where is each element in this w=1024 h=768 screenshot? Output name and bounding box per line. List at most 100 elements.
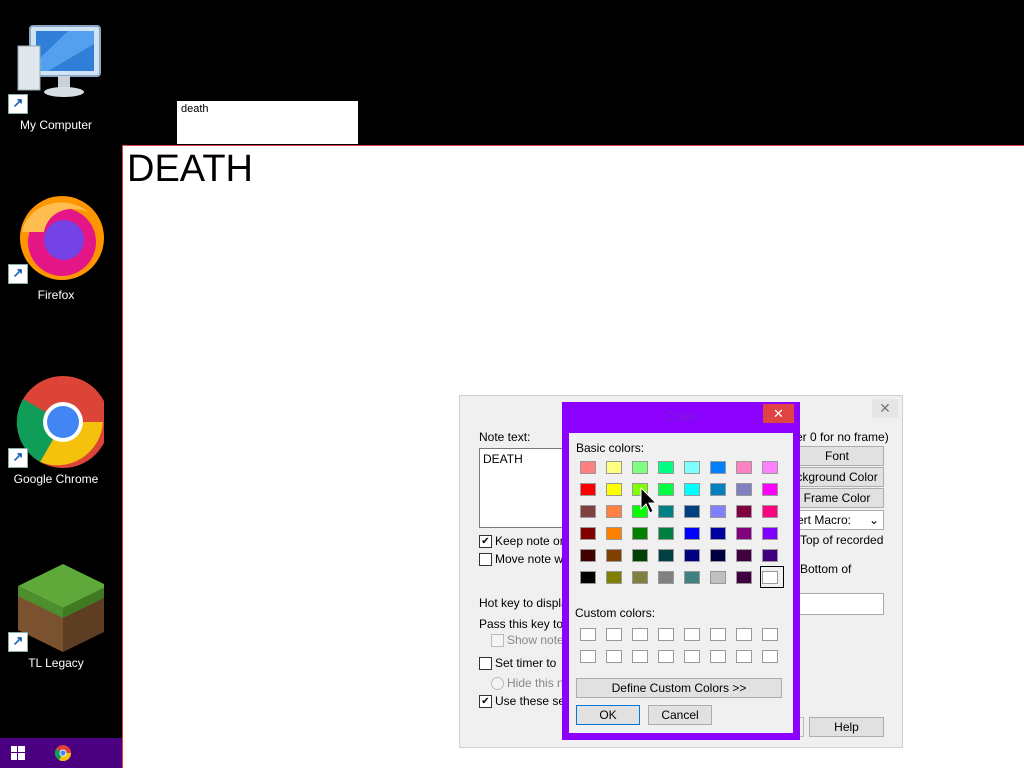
show-note-checkbox[interactable] <box>491 634 504 647</box>
frame-color-button[interactable]: Frame Color <box>790 488 884 508</box>
custom-color-swatch[interactable] <box>684 628 700 641</box>
desktop-icon-tl-legacy[interactable]: ↗ TL Legacy <box>1 560 111 670</box>
close-icon[interactable]: ✕ <box>763 404 794 423</box>
color-swatch[interactable] <box>580 461 596 474</box>
custom-color-swatch[interactable] <box>632 628 648 641</box>
keep-note-checkbox[interactable]: ✔ <box>479 535 492 548</box>
color-swatch[interactable] <box>658 505 674 518</box>
use-these-checkbox[interactable]: ✔ <box>479 695 492 708</box>
color-swatch[interactable] <box>710 483 726 496</box>
color-swatch[interactable] <box>762 483 778 496</box>
custom-color-swatch[interactable] <box>580 650 596 663</box>
color-swatch[interactable] <box>736 483 752 496</box>
cancel-button[interactable]: Cancel <box>648 705 712 725</box>
small-note-text: death <box>181 103 209 115</box>
color-swatch[interactable] <box>606 527 622 540</box>
custom-color-swatch[interactable] <box>658 628 674 641</box>
color-swatch[interactable] <box>710 527 726 540</box>
color-swatch[interactable] <box>632 461 648 474</box>
custom-color-swatch[interactable] <box>580 628 596 641</box>
custom-color-swatch[interactable] <box>632 650 648 663</box>
font-button[interactable]: Font <box>790 446 884 466</box>
color-swatch[interactable] <box>632 527 648 540</box>
color-swatch[interactable] <box>736 461 752 474</box>
top-recorded-label: Top of recorded <box>800 533 884 547</box>
macro-select-value: ert Macro: <box>797 513 852 527</box>
color-swatch[interactable] <box>658 571 674 584</box>
custom-color-swatch[interactable] <box>684 650 700 663</box>
custom-color-swatch[interactable] <box>762 628 778 641</box>
color-swatch[interactable] <box>580 505 596 518</box>
color-swatch[interactable] <box>658 461 674 474</box>
color-swatch[interactable] <box>684 461 700 474</box>
color-swatch[interactable] <box>658 549 674 562</box>
start-button[interactable] <box>0 738 36 768</box>
color-swatch[interactable] <box>684 527 700 540</box>
desktop-icon-google-chrome[interactable]: ↗ Google Chrome <box>1 376 111 486</box>
desktop-icon-my-computer[interactable]: ↗ My Computer <box>1 22 111 132</box>
color-swatch[interactable] <box>736 505 752 518</box>
custom-color-swatch[interactable] <box>606 650 622 663</box>
color-swatch[interactable] <box>710 571 726 584</box>
color-swatch[interactable] <box>762 505 778 518</box>
firefox-icon: ↗ <box>8 192 104 284</box>
hotkey-input[interactable] <box>790 593 884 615</box>
color-swatch[interactable] <box>762 549 778 562</box>
color-swatch[interactable] <box>684 571 700 584</box>
ok-button[interactable]: OK <box>576 705 640 725</box>
desktop-icon-label: My Computer <box>19 118 93 132</box>
shortcut-arrow-icon: ↗ <box>8 264 28 284</box>
color-swatch[interactable] <box>710 461 726 474</box>
color-swatch[interactable] <box>632 571 648 584</box>
hide-note-radio[interactable] <box>491 677 504 690</box>
custom-color-swatch[interactable] <box>762 650 778 663</box>
color-swatch[interactable] <box>736 527 752 540</box>
custom-color-swatch[interactable] <box>606 628 622 641</box>
color-swatch[interactable] <box>736 549 752 562</box>
small-note-window[interactable]: death <box>177 101 358 144</box>
color-swatch[interactable] <box>762 527 778 540</box>
move-note-checkbox[interactable] <box>479 553 492 566</box>
desktop-icon-firefox[interactable]: ↗ Firefox <box>1 192 111 302</box>
color-swatch[interactable] <box>632 549 648 562</box>
color-swatch[interactable] <box>606 571 622 584</box>
move-note-label: Move note wit <box>495 552 570 566</box>
color-dialog-body: Basic colors: Custom colors: Define Cust… <box>569 433 793 733</box>
color-swatch[interactable] <box>580 549 596 562</box>
color-swatch[interactable] <box>658 527 674 540</box>
define-custom-colors-button[interactable]: Define Custom Colors >> <box>576 678 782 698</box>
color-swatch[interactable] <box>736 571 752 584</box>
custom-color-swatch[interactable] <box>736 650 752 663</box>
color-swatch[interactable] <box>580 527 596 540</box>
taskbar-chrome-button[interactable] <box>45 738 81 768</box>
keep-note-label: Keep note on <box>495 534 567 548</box>
color-swatch[interactable] <box>710 505 726 518</box>
background-color-button[interactable]: ckground Color <box>790 467 884 487</box>
macro-select[interactable]: ert Macro: ⌄ <box>790 510 884 530</box>
bottom-of-label: Bottom of <box>800 562 852 576</box>
grass-block-icon: ↗ <box>8 560 108 652</box>
color-swatch[interactable] <box>684 483 700 496</box>
big-note-text: DEATH <box>127 148 253 190</box>
color-swatch[interactable] <box>580 483 596 496</box>
color-swatch[interactable] <box>606 505 622 518</box>
color-swatch[interactable] <box>658 483 674 496</box>
custom-color-swatch[interactable] <box>710 628 726 641</box>
color-swatch[interactable] <box>762 461 778 474</box>
color-swatch[interactable] <box>606 461 622 474</box>
color-swatch[interactable] <box>710 549 726 562</box>
help-button[interactable]: Help <box>809 717 884 737</box>
custom-color-swatch[interactable] <box>736 628 752 641</box>
color-swatch[interactable] <box>684 505 700 518</box>
color-swatch[interactable] <box>606 483 622 496</box>
color-swatch[interactable] <box>606 549 622 562</box>
color-swatch[interactable] <box>580 571 596 584</box>
color-swatch[interactable] <box>684 549 700 562</box>
note-text-label: Note text: <box>479 430 531 444</box>
custom-color-swatch[interactable] <box>710 650 726 663</box>
mouse-cursor-icon <box>640 487 658 514</box>
note-text-input[interactable]: DEATH <box>479 448 565 528</box>
set-timer-checkbox[interactable] <box>479 657 492 670</box>
close-icon[interactable]: ✕ <box>872 399 898 418</box>
custom-color-swatch[interactable] <box>658 650 674 663</box>
